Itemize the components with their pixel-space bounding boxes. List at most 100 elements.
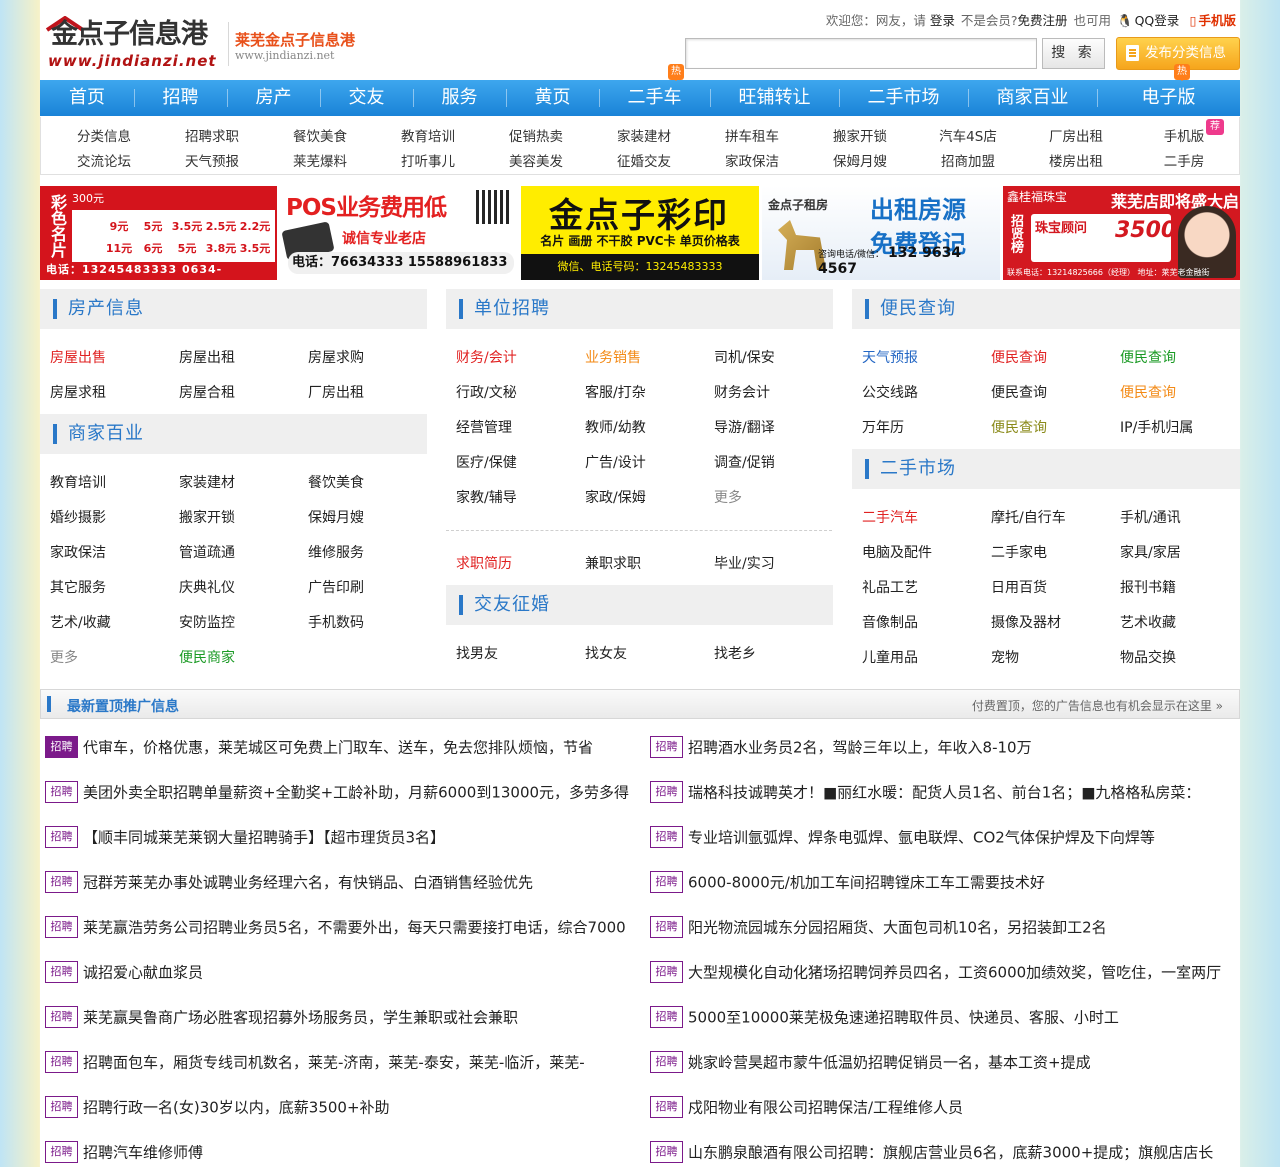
jobs-link[interactable]: 教师/幼教 [585,417,646,437]
login-link[interactable]: 登录 [930,13,955,28]
subnav-link[interactable]: 楼房出租 [1022,150,1130,170]
promo-item[interactable]: 招聘 代审车，价格优惠，莱芜城区可免费上门取车、送车，免去您排队烦恼，节省 [45,736,635,762]
secondhand-link[interactable]: 摄像及器材 [991,612,1061,632]
convenience-link[interactable]: 公交线路 [862,382,918,402]
subnav-link[interactable]: 招商加盟 [914,150,1022,170]
secondhand-link[interactable]: 日用百货 [991,577,1047,597]
job-seek-link[interactable]: 毕业/实习 [714,553,775,573]
merchant-more-link[interactable]: 更多 [50,647,78,667]
subnav-link[interactable]: 餐饮美食 [266,125,374,145]
promo-item[interactable]: 招聘 招聘面包车，厢货专线司机数名，莱芜-济南，莱芜-泰安，莱芜-临沂，莱芜- [45,1051,635,1077]
merchant-link[interactable]: 庆典礼仪 [179,577,235,597]
subnav-link[interactable]: 天气预报 [158,150,266,170]
nav-yellowpages[interactable]: 黄页 [506,80,599,116]
house-link[interactable]: 房屋出租 [179,347,235,367]
jobs-link[interactable]: 导游/翻译 [714,417,775,437]
convenience-link[interactable]: 便民查询 [991,382,1047,402]
promo-item[interactable]: 招聘 招聘汽车维修师傅 [45,1141,635,1167]
banner-rental[interactable]: 金点子租房 出租房源 免费登记 咨询电话/微信： 132 9634 4567 [762,186,1000,280]
subnav-link[interactable]: 家政保洁 [698,150,806,170]
nav-shop-transfer[interactable]: 旺铺转让 [710,80,839,116]
secondhand-link[interactable]: 儿童用品 [862,647,918,667]
merchant-link[interactable]: 艺术/收藏 [50,612,111,632]
house-link[interactable]: 厂房出租 [308,382,364,402]
subnav-link[interactable]: 促销热卖 [482,125,590,145]
promo-note-link[interactable]: 付费置顶，您的广告信息也有机会显示在这里 » [972,697,1223,714]
promo-item[interactable]: 招聘 莱芜赢昊鲁商广场必胜客现招募外场服务员，学生兼职或社会兼职 [45,1006,635,1032]
subnav-link[interactable]: 汽车4S店 [914,125,1022,145]
convenience-link[interactable]: 便民查询 [991,417,1047,437]
subnav-link[interactable]: 教育培训 [374,125,482,145]
promo-item[interactable]: 招聘 6000-8000元/机加工车间招聘镗床工车工需要技术好 [650,871,1240,897]
secondhand-link[interactable]: 二手汽车 [862,507,918,527]
merchant-link[interactable]: 保姆月嫂 [308,507,364,527]
house-link[interactable]: 房屋求租 [50,382,106,402]
merchant-link[interactable]: 家政保洁 [50,542,106,562]
subnav-link[interactable]: 征婚交友 [590,150,698,170]
subnav-link[interactable]: 打听事儿 [374,150,482,170]
promo-item[interactable]: 招聘 【顺丰同城莱芜莱钢大量招聘骑手】【超市理货员3名】 [45,826,635,852]
secondhand-link[interactable]: 摩托/自行车 [991,507,1066,527]
merchant-link[interactable]: 手机数码 [308,612,364,632]
dating-link[interactable]: 找男友 [456,643,498,663]
house-link[interactable]: 房屋合租 [179,382,235,402]
banner-pos[interactable]: POS业务费用低 诚信专业老店 电话：76634333 15588961833 [280,186,518,280]
merchant-link[interactable]: 安防监控 [179,612,235,632]
merchant-link[interactable]: 家装建材 [179,472,235,492]
promo-item[interactable]: 招聘 大型规模化自动化猪场招聘饲养员四名，工资6000加绩效奖，管吃住，一室两厅 [650,961,1240,987]
merchant-link[interactable]: 婚纱摄影 [50,507,106,527]
job-seek-link[interactable]: 求职简历 [456,553,512,573]
nav-service[interactable]: 服务 [413,80,506,116]
banner-business-cards[interactable]: 彩色名片 300元套餐 2盒 5盒 10盒 50盒 100盒 9元 5元 3.5元 2.5元 2.… [40,186,277,280]
convenience-link[interactable]: IP/手机归属 [1120,417,1193,437]
search-input[interactable] [685,38,1037,69]
jobs-link[interactable]: 经营管理 [456,417,512,437]
jobs-link[interactable]: 行政/文秘 [456,382,517,402]
nav-home[interactable]: 首页 [40,80,134,116]
merchant-link[interactable]: 其它服务 [50,577,106,597]
secondhand-link[interactable]: 二手家电 [991,542,1047,562]
merchant-link[interactable]: 广告印刷 [308,577,364,597]
secondhand-link[interactable]: 艺术收藏 [1120,612,1176,632]
job-seek-link[interactable]: 兼职求职 [585,553,641,573]
house-link[interactable]: 房屋求购 [308,347,364,367]
nav-used-car[interactable]: 二手车 热 [599,64,710,116]
subnav-link[interactable]: 二手房 [1130,150,1238,170]
nav-dating[interactable]: 交友 [320,80,413,116]
promo-item[interactable]: 招聘 5000至10000莱芜极兔速递招聘取件员、快递员、客服、小时工 [650,1006,1240,1032]
nav-e-paper[interactable]: 电子版 热 [1097,64,1240,116]
jobs-link[interactable]: 司机/保安 [714,347,775,367]
jobs-link[interactable]: 医疗/保健 [456,452,517,472]
promo-item[interactable]: 招聘 招聘酒水业务员2名，驾龄三年以上，年收入8-10万 [650,736,1240,762]
promo-item[interactable]: 招聘 山东鹏泉酿酒有限公司招聘：旗舰店营业员6名，底薪3000+提成；旗舰店店长 [650,1141,1240,1167]
dating-link[interactable]: 找老乡 [714,643,756,663]
convenience-link[interactable]: 天气预报 [862,347,918,367]
nav-secondhand[interactable]: 二手市场 [839,80,968,116]
convenience-link[interactable]: 便民查询 [1120,382,1176,402]
jobs-link[interactable]: 调查/促销 [714,452,775,472]
convenience-link[interactable]: 便民查询 [1120,347,1176,367]
merchant-link[interactable]: 便民商家 [179,647,235,667]
dating-link[interactable]: 找女友 [585,643,627,663]
merchant-link[interactable]: 搬家开锁 [179,507,235,527]
convenience-link[interactable]: 便民查询 [991,347,1047,367]
jobs-link[interactable]: 家教/辅导 [456,487,517,507]
merchant-link[interactable]: 教育培训 [50,472,106,492]
jobs-link[interactable]: 财务/会计 [456,347,517,367]
nav-merchants[interactable]: 商家百业 [968,80,1097,116]
jobs-more-link[interactable]: 更多 [714,487,742,507]
subnav-link[interactable]: 搬家开锁 [806,125,914,145]
subnav-link[interactable]: 拼车租车 [698,125,806,145]
convenience-link[interactable]: 万年历 [862,417,904,437]
nav-house[interactable]: 房产 [227,80,320,116]
secondhand-link[interactable]: 音像制品 [862,612,918,632]
subnav-link[interactable]: 莱芜爆料 [266,150,374,170]
subnav-mobile-link[interactable]: 手机版荐 [1130,119,1238,145]
promo-item[interactable]: 招聘 冠群芳莱芜办事处诚聘业务经理六名，有快销品、白酒销售经验优先 [45,871,635,897]
subnav-link[interactable]: 分类信息 [50,125,158,145]
secondhand-link[interactable]: 家具/家居 [1120,542,1181,562]
promo-item[interactable]: 招聘 诚招爱心献血浆员 [45,961,635,987]
promo-item[interactable]: 招聘 戍阳物业有限公司招聘保洁/工程维修人员 [650,1096,1240,1122]
subnav-link[interactable]: 交流论坛 [50,150,158,170]
secondhand-link[interactable]: 报刊书籍 [1120,577,1176,597]
